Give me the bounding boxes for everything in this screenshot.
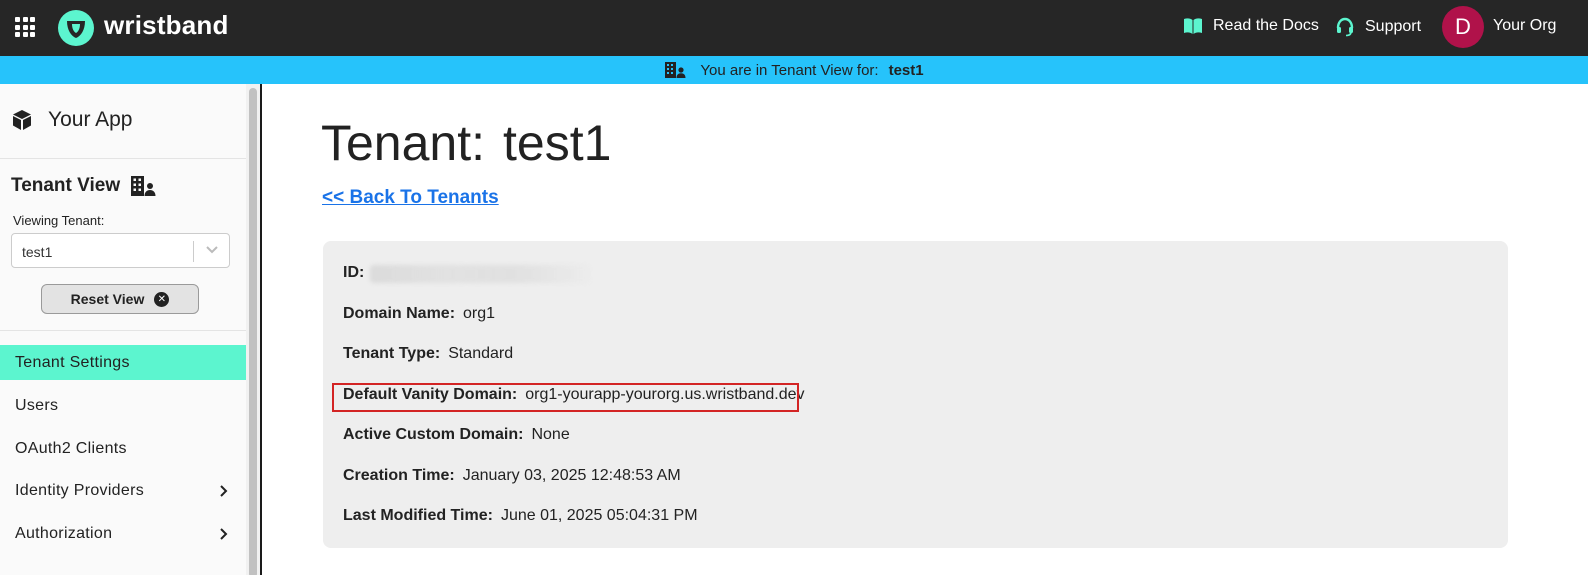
field-label: Active Custom Domain: bbox=[343, 426, 524, 443]
book-icon bbox=[1184, 18, 1202, 34]
highlight-box bbox=[332, 383, 799, 412]
field-label: Domain Name: bbox=[343, 305, 456, 322]
nav-tenant-settings[interactable]: Tenant Settings bbox=[0, 345, 246, 380]
tenant-id-field: ID: bbox=[343, 264, 372, 282]
scrollbar-thumb[interactable] bbox=[249, 88, 257, 575]
nav-label: Authorization bbox=[15, 524, 113, 542]
viewing-tenant-label: Viewing Tenant: bbox=[13, 213, 105, 228]
banner-tenant-name: test1 bbox=[888, 61, 924, 79]
page-title: Tenant: test1 bbox=[321, 114, 611, 172]
nav-label: Tenant Settings bbox=[15, 353, 130, 371]
field-value: June 01, 2025 05:04:31 PM bbox=[500, 507, 698, 524]
read-docs-label: Read the Docs bbox=[1213, 17, 1319, 34]
select-divider bbox=[193, 241, 194, 262]
field-value: None bbox=[531, 426, 570, 443]
tenant-view-title: Tenant View bbox=[11, 175, 121, 196]
read-docs-link[interactable]: Read the Docs bbox=[1183, 17, 1319, 35]
chevron-right-icon bbox=[220, 485, 228, 497]
creation-time-field: Creation Time: January 03, 2025 12:48:53 … bbox=[343, 467, 681, 485]
org-name[interactable]: Your Org bbox=[1493, 17, 1556, 35]
page-title-tenant: test1 bbox=[503, 115, 612, 171]
tenant-building-icon bbox=[664, 61, 686, 79]
tenant-view-banner: You are in Tenant View for: test1 bbox=[0, 56, 1588, 84]
support-link[interactable]: Support bbox=[1335, 17, 1421, 37]
nav-label: OAuth2 Clients bbox=[15, 439, 127, 457]
back-to-tenants-link[interactable]: << Back To Tenants bbox=[322, 187, 499, 209]
top-bar: wristband Read the Docs Support D Your O… bbox=[0, 0, 1588, 56]
tenant-type-field: Tenant Type: Standard bbox=[343, 345, 513, 363]
sidebar-divider bbox=[0, 158, 246, 159]
support-label: Support bbox=[1365, 18, 1422, 35]
wristband-logo-icon[interactable] bbox=[58, 10, 94, 46]
sidebar-scrollbar[interactable] bbox=[246, 84, 260, 575]
nav-identity-providers[interactable]: Identity Providers bbox=[0, 473, 246, 508]
app-selector[interactable]: Your App bbox=[10, 108, 132, 132]
nav-label: Identity Providers bbox=[15, 481, 145, 499]
tenant-view-heading: Tenant View bbox=[11, 175, 156, 197]
last-modified-time-field: Last Modified Time: June 01, 2025 05:04:3… bbox=[343, 507, 698, 525]
field-label: Tenant Type: bbox=[343, 345, 441, 362]
tenant-building-icon bbox=[131, 176, 156, 196]
page-title-prefix: Tenant: bbox=[321, 115, 486, 171]
headset-icon bbox=[1336, 17, 1354, 37]
chevron-down-icon[interactable] bbox=[205, 245, 219, 255]
reset-view-label: Reset View bbox=[70, 291, 145, 307]
nav-oauth2-clients[interactable]: OAuth2 Clients bbox=[0, 431, 246, 466]
field-label: Last Modified Time: bbox=[343, 507, 493, 524]
field-value: org1 bbox=[463, 305, 496, 322]
brand-name[interactable]: wristband bbox=[104, 10, 229, 41]
app-name: Your App bbox=[48, 108, 133, 131]
field-label: Creation Time: bbox=[343, 467, 455, 484]
sidebar-border bbox=[260, 84, 262, 575]
user-avatar[interactable]: D bbox=[1442, 6, 1484, 48]
field-value: January 03, 2025 12:48:53 AM bbox=[462, 467, 681, 484]
active-custom-domain-field: Active Custom Domain: None bbox=[343, 426, 570, 444]
field-value: Standard bbox=[448, 345, 514, 362]
field-label: ID: bbox=[343, 264, 365, 281]
tenant-select-value: test1 bbox=[22, 244, 53, 260]
redacted-id-value bbox=[370, 265, 590, 283]
tenant-select[interactable]: test1 bbox=[11, 233, 230, 268]
reset-view-button[interactable]: Reset View ✕ bbox=[41, 284, 199, 314]
nav-users[interactable]: Users bbox=[0, 388, 246, 423]
nav-authorization[interactable]: Authorization bbox=[0, 516, 246, 551]
apps-grid-icon[interactable] bbox=[15, 17, 35, 37]
close-circle-icon: ✕ bbox=[154, 291, 170, 307]
domain-name-field: Domain Name: org1 bbox=[343, 305, 495, 323]
nav-label: Users bbox=[15, 396, 59, 414]
cube-icon bbox=[13, 110, 31, 130]
chevron-right-icon bbox=[220, 528, 228, 540]
banner-text: You are in Tenant View for: bbox=[700, 61, 879, 79]
sidebar-divider bbox=[0, 330, 246, 331]
